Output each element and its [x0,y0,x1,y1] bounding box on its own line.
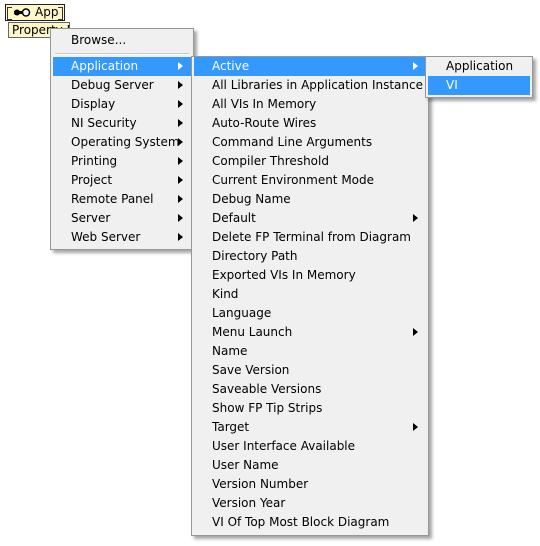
menu-item-current-environment-mode[interactable]: Current Environment Mode [194,171,426,190]
submenu-arrow-icon [178,100,183,108]
menu-item-label: Project [71,173,113,187]
menu-item-label: Saveable Versions [212,382,322,396]
reference-label: App [35,5,59,19]
menu-item-active[interactable]: Active [194,57,426,76]
submenu-arrow-icon [178,119,183,127]
menu-item-label: Directory Path [212,249,298,263]
submenu-arrow-icon [413,214,418,222]
submenu-arrow-icon [178,81,183,89]
menu-item-compiler-threshold[interactable]: Compiler Threshold [194,152,426,171]
submenu-arrow-icon [178,62,183,70]
menu-item-user-name[interactable]: User Name [194,456,426,475]
menu-item-label: Kind [212,287,239,301]
menu-item-label: Name [212,344,248,358]
submenu-arrow-icon [413,328,418,336]
menu-item-ni-security[interactable]: NI Security [53,114,191,133]
menu-item-label: Operating System [71,135,180,149]
menu-item-command-line-arguments[interactable]: Command Line Arguments [194,133,426,152]
menu-item-project[interactable]: Project [53,171,191,190]
menu-item-application[interactable]: Application [428,57,530,76]
submenu-arrow-icon [178,214,183,222]
menu-item-application[interactable]: Application [53,57,191,76]
submenu-arrow-icon [178,157,183,165]
menu-item-server[interactable]: Server [53,209,191,228]
menu-item-label: Web Server [71,230,141,244]
menu-item-version-year[interactable]: Version Year [194,494,426,513]
menu-item-default[interactable]: Default [194,209,426,228]
menu-item-vi[interactable]: VI [428,76,530,95]
menu-item-menu-launch[interactable]: Menu Launch [194,323,426,342]
menu-item-all-libraries-in-application-instance[interactable]: All Libraries in Application Instance [194,76,426,95]
menu-item-label: Default [212,211,256,225]
menu-item-remote-panel[interactable]: Remote Panel [53,190,191,209]
menu-item-label: Save Version [212,363,290,377]
menu-item-debug-server[interactable]: Debug Server [53,76,191,95]
submenu-arrow-icon [178,176,183,184]
application-reference-node[interactable]: App [5,4,65,21]
menu-item-debug-name[interactable]: Debug Name [194,190,426,209]
menu-item-version-number[interactable]: Version Number [194,475,426,494]
menu-item-delete-fp-terminal-from-diagram[interactable]: Delete FP Terminal from Diagram [194,228,426,247]
menu-item-label: VI [446,78,458,92]
menu-item-target[interactable]: Target [194,418,426,437]
menu-item-label: Current Environment Mode [212,173,375,187]
menu-item-printing[interactable]: Printing [53,152,191,171]
node-bracket-right [58,7,63,20]
menu-item-label: Server [71,211,111,225]
menu-item-save-version[interactable]: Save Version [194,361,426,380]
menu-item-user-interface-available[interactable]: User Interface Available [194,437,426,456]
menu-item-kind[interactable]: Kind [194,285,426,304]
menu-item-label: Display [71,97,116,111]
submenu-arrow-icon [178,233,183,241]
menu-item-all-vis-in-memory[interactable]: All VIs In Memory [194,95,426,114]
submenu-arrow-icon [178,138,183,146]
menu-item-operating-system[interactable]: Operating System [53,133,191,152]
menu-item-auto-route-wires[interactable]: Auto-Route Wires [194,114,426,133]
menu-item-exported-vis-in-memory[interactable]: Exported VIs In Memory [194,266,426,285]
application-submenu: Active All Libraries in Application Insta… [191,56,429,536]
reference-icon [14,8,31,17]
menu-item-label: Remote Panel [71,192,154,206]
menu-item-label: Version Year [212,496,286,510]
menu-item-label: Version Number [212,477,309,491]
menu-item-label: Active [212,59,250,73]
menu-item-language[interactable]: Language [194,304,426,323]
menu-item-label: Exported VIs In Memory [212,268,356,282]
submenu-arrow-icon [413,62,418,70]
menu-item-label: Command Line Arguments [212,135,373,149]
menu-item-saveable-versions[interactable]: Saveable Versions [194,380,426,399]
menu-item-directory-path[interactable]: Directory Path [194,247,426,266]
submenu-arrow-icon [413,423,418,431]
menu-item-label: Debug Name [212,192,291,206]
menu-item-label: Menu Launch [212,325,293,339]
menu-item-label: Language [212,306,272,320]
browse-label: Browse... [71,33,127,47]
menu-item-label: Debug Server [71,78,154,92]
menu-item-show-fp-tip-strips[interactable]: Show FP Tip Strips [194,399,426,418]
browse-menu-item[interactable]: Browse... [53,31,191,50]
shortcut-menu: Browse... Application Debug Server Display… [50,28,194,250]
active-submenu: Application VI [425,56,533,98]
menu-item-label: Compiler Threshold [212,154,329,168]
menu-item-web-server[interactable]: Web Server [53,228,191,247]
menu-item-label: Application [71,59,139,73]
menu-item-label: All Libraries in Application Instance [212,78,423,92]
menu-item-label: Delete FP Terminal from Diagram [212,230,411,244]
menu-item-label: Target [212,420,250,434]
menu-item-label: NI Security [71,116,137,130]
menu-item-vi-of-top-most-block-diagram[interactable]: VI Of Top Most Block Diagram [194,513,426,532]
menu-item-label: Show FP Tip Strips [212,401,323,415]
menu-item-label: All VIs In Memory [212,97,317,111]
menu-item-label: Application [446,59,514,73]
menu-item-label: Auto-Route Wires [212,116,317,130]
menu-item-label: User Name [212,458,279,472]
submenu-arrow-icon [178,195,183,203]
menu-item-label: VI Of Top Most Block Diagram [212,515,390,529]
node-bracket-left [7,7,12,20]
menu-separator [55,53,189,55]
menu-item-display[interactable]: Display [53,95,191,114]
menu-item-name[interactable]: Name [194,342,426,361]
menu-item-label: User Interface Available [212,439,356,453]
menu-item-label: Printing [71,154,118,168]
